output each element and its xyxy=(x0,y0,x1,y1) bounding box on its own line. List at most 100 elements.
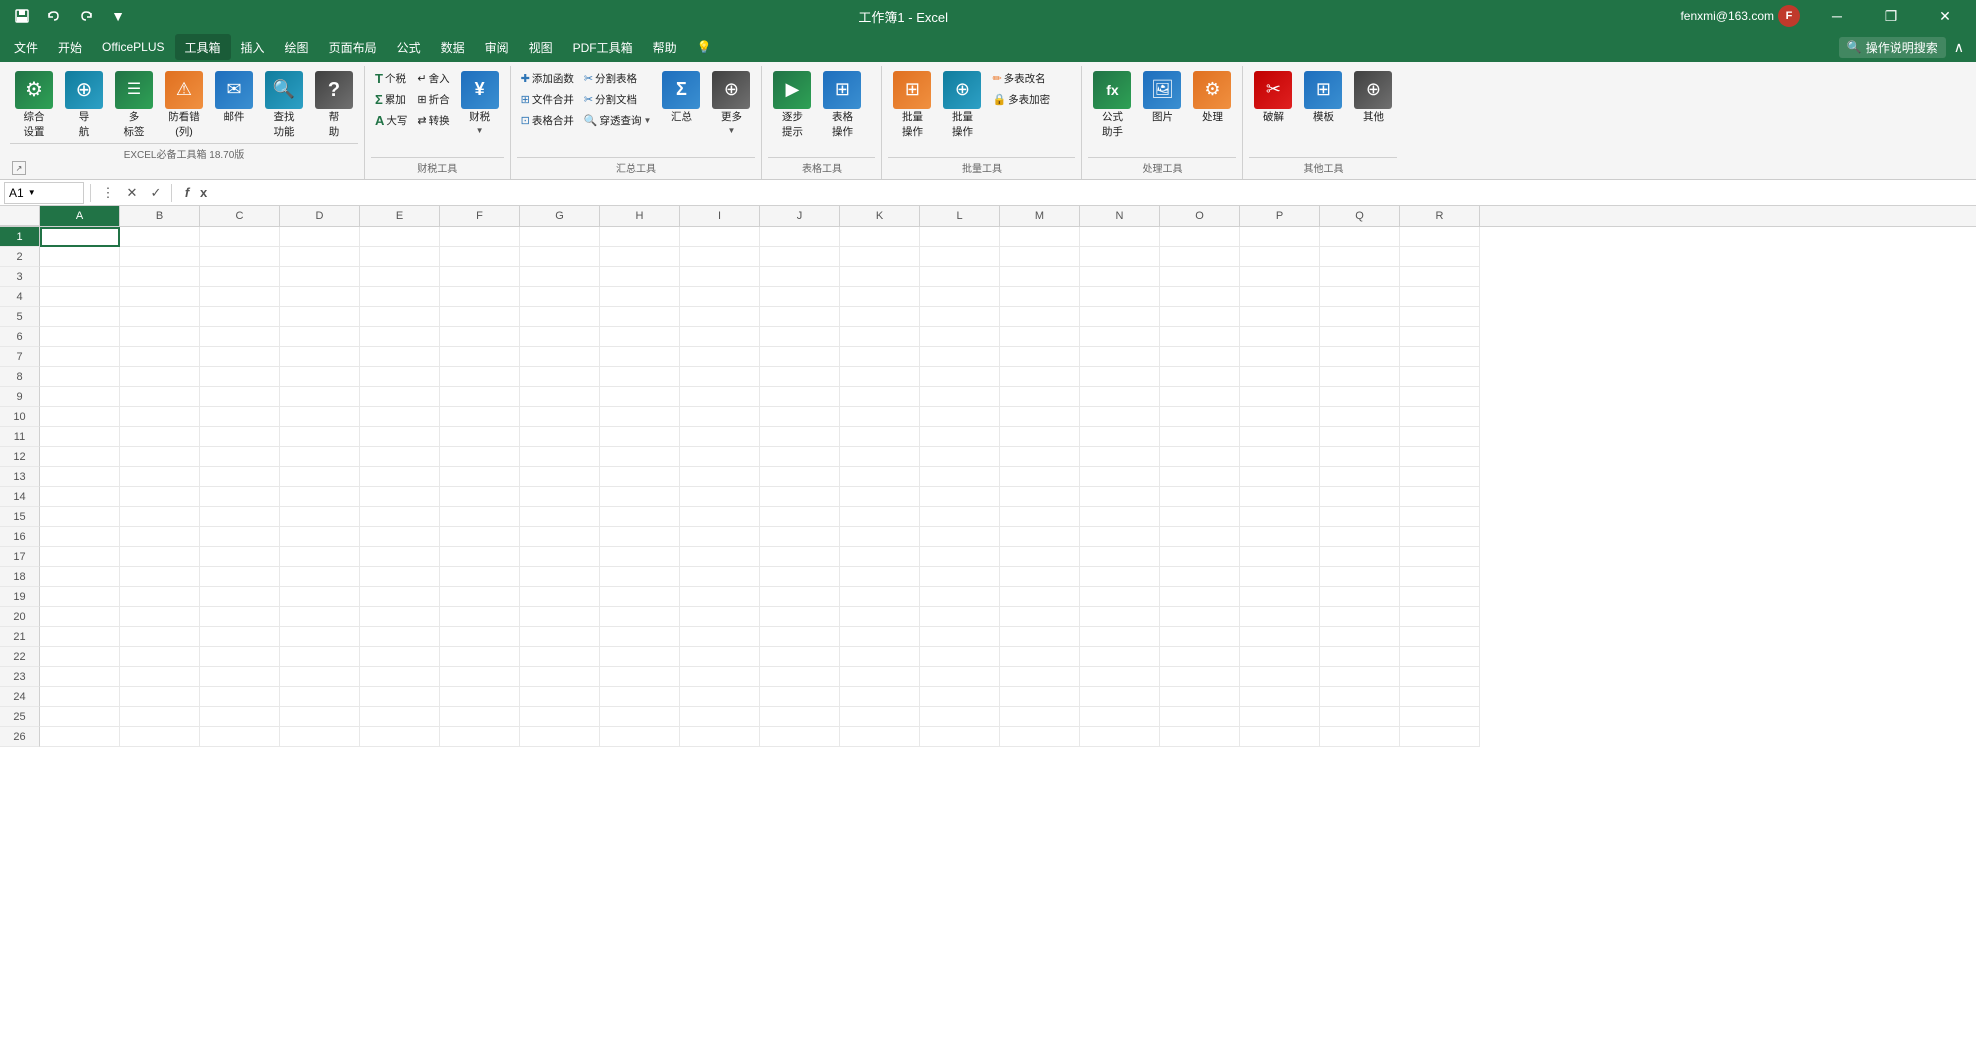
col-header-n[interactable]: N xyxy=(1080,206,1160,226)
cell-I10[interactable] xyxy=(680,407,760,427)
cell-K22[interactable] xyxy=(840,647,920,667)
cell-R6[interactable] xyxy=(1400,327,1480,347)
cell-G6[interactable] xyxy=(520,327,600,347)
cell-P16[interactable] xyxy=(1240,527,1320,547)
cell-L6[interactable] xyxy=(920,327,1000,347)
cell-D11[interactable] xyxy=(280,427,360,447)
cell-J12[interactable] xyxy=(760,447,840,467)
cell-H13[interactable] xyxy=(600,467,680,487)
cell-D12[interactable] xyxy=(280,447,360,467)
cell-O23[interactable] xyxy=(1160,667,1240,687)
cell-I16[interactable] xyxy=(680,527,760,547)
cell-C4[interactable] xyxy=(200,287,280,307)
cell-I24[interactable] xyxy=(680,687,760,707)
cell-C26[interactable] xyxy=(200,727,280,747)
process-button[interactable]: ⚙ 处理 xyxy=(1188,68,1236,127)
cell-M8[interactable] xyxy=(1000,367,1080,387)
cell-E7[interactable] xyxy=(360,347,440,367)
cell-P23[interactable] xyxy=(1240,667,1320,687)
cell-E15[interactable] xyxy=(360,507,440,527)
cell-C9[interactable] xyxy=(200,387,280,407)
cell-A14[interactable] xyxy=(40,487,120,507)
cell-A9[interactable] xyxy=(40,387,120,407)
cell-L26[interactable] xyxy=(920,727,1000,747)
cell-Q10[interactable] xyxy=(1320,407,1400,427)
cell-F19[interactable] xyxy=(440,587,520,607)
cell-C7[interactable] xyxy=(200,347,280,367)
cell-B20[interactable] xyxy=(120,607,200,627)
cell-N12[interactable] xyxy=(1080,447,1160,467)
row-number-22[interactable]: 22 xyxy=(0,647,40,667)
cell-J24[interactable] xyxy=(760,687,840,707)
menu-toolbox[interactable]: 工具箱 xyxy=(175,34,231,60)
cell-J17[interactable] xyxy=(760,547,840,567)
menu-view[interactable]: 视图 xyxy=(519,34,563,60)
cell-R18[interactable] xyxy=(1400,567,1480,587)
cell-A22[interactable] xyxy=(40,647,120,667)
cell-L4[interactable] xyxy=(920,287,1000,307)
cell-K2[interactable] xyxy=(840,247,920,267)
cell-K11[interactable] xyxy=(840,427,920,447)
cell-H23[interactable] xyxy=(600,667,680,687)
col-header-f[interactable]: F xyxy=(440,206,520,226)
cell-N10[interactable] xyxy=(1080,407,1160,427)
transparent-query-button[interactable]: 🔍 穿透查询 ▼ xyxy=(580,110,656,131)
cell-O3[interactable] xyxy=(1160,267,1240,287)
cell-L11[interactable] xyxy=(920,427,1000,447)
cell-F1[interactable] xyxy=(440,227,520,247)
col-header-c[interactable]: C xyxy=(200,206,280,226)
cell-L16[interactable] xyxy=(920,527,1000,547)
cell-J15[interactable] xyxy=(760,507,840,527)
cell-K9[interactable] xyxy=(840,387,920,407)
cell-B3[interactable] xyxy=(120,267,200,287)
cell-J5[interactable] xyxy=(760,307,840,327)
cell-L20[interactable] xyxy=(920,607,1000,627)
cell-M19[interactable] xyxy=(1000,587,1080,607)
cell-P8[interactable] xyxy=(1240,367,1320,387)
more-button[interactable]: ⊕ 更多 ▼ xyxy=(707,68,755,138)
cell-F18[interactable] xyxy=(440,567,520,587)
cell-N22[interactable] xyxy=(1080,647,1160,667)
cell-O21[interactable] xyxy=(1160,627,1240,647)
cell-M26[interactable] xyxy=(1000,727,1080,747)
cell-R22[interactable] xyxy=(1400,647,1480,667)
cell-F25[interactable] xyxy=(440,707,520,727)
cell-B2[interactable] xyxy=(120,247,200,267)
formula-cancel-button[interactable]: ✕ xyxy=(121,182,143,204)
cell-A3[interactable] xyxy=(40,267,120,287)
crack-button[interactable]: ✂ 破解 xyxy=(1249,68,1297,127)
cell-A11[interactable] xyxy=(40,427,120,447)
cell-F9[interactable] xyxy=(440,387,520,407)
cell-A7[interactable] xyxy=(40,347,120,367)
cell-H12[interactable] xyxy=(600,447,680,467)
cell-E4[interactable] xyxy=(360,287,440,307)
row-number-23[interactable]: 23 xyxy=(0,667,40,687)
cell-F6[interactable] xyxy=(440,327,520,347)
cell-F21[interactable] xyxy=(440,627,520,647)
cell-J20[interactable] xyxy=(760,607,840,627)
row-number-16[interactable]: 16 xyxy=(0,527,40,547)
cell-N23[interactable] xyxy=(1080,667,1160,687)
cell-F14[interactable] xyxy=(440,487,520,507)
cell-H17[interactable] xyxy=(600,547,680,567)
cell-R15[interactable] xyxy=(1400,507,1480,527)
cell-R5[interactable] xyxy=(1400,307,1480,327)
row-number-7[interactable]: 7 xyxy=(0,347,40,367)
cell-H11[interactable] xyxy=(600,427,680,447)
cell-K5[interactable] xyxy=(840,307,920,327)
cell-K21[interactable] xyxy=(840,627,920,647)
cell-G4[interactable] xyxy=(520,287,600,307)
cell-J25[interactable] xyxy=(760,707,840,727)
cell-N1[interactable] xyxy=(1080,227,1160,247)
cell-D23[interactable] xyxy=(280,667,360,687)
cell-E16[interactable] xyxy=(360,527,440,547)
cell-G9[interactable] xyxy=(520,387,600,407)
col-header-e[interactable]: E xyxy=(360,206,440,226)
cell-K19[interactable] xyxy=(840,587,920,607)
cell-H5[interactable] xyxy=(600,307,680,327)
table-operation-button[interactable]: ⊞ 表格操作 xyxy=(818,68,866,141)
cell-C5[interactable] xyxy=(200,307,280,327)
cell-M11[interactable] xyxy=(1000,427,1080,447)
cell-R26[interactable] xyxy=(1400,727,1480,747)
row-number-19[interactable]: 19 xyxy=(0,587,40,607)
